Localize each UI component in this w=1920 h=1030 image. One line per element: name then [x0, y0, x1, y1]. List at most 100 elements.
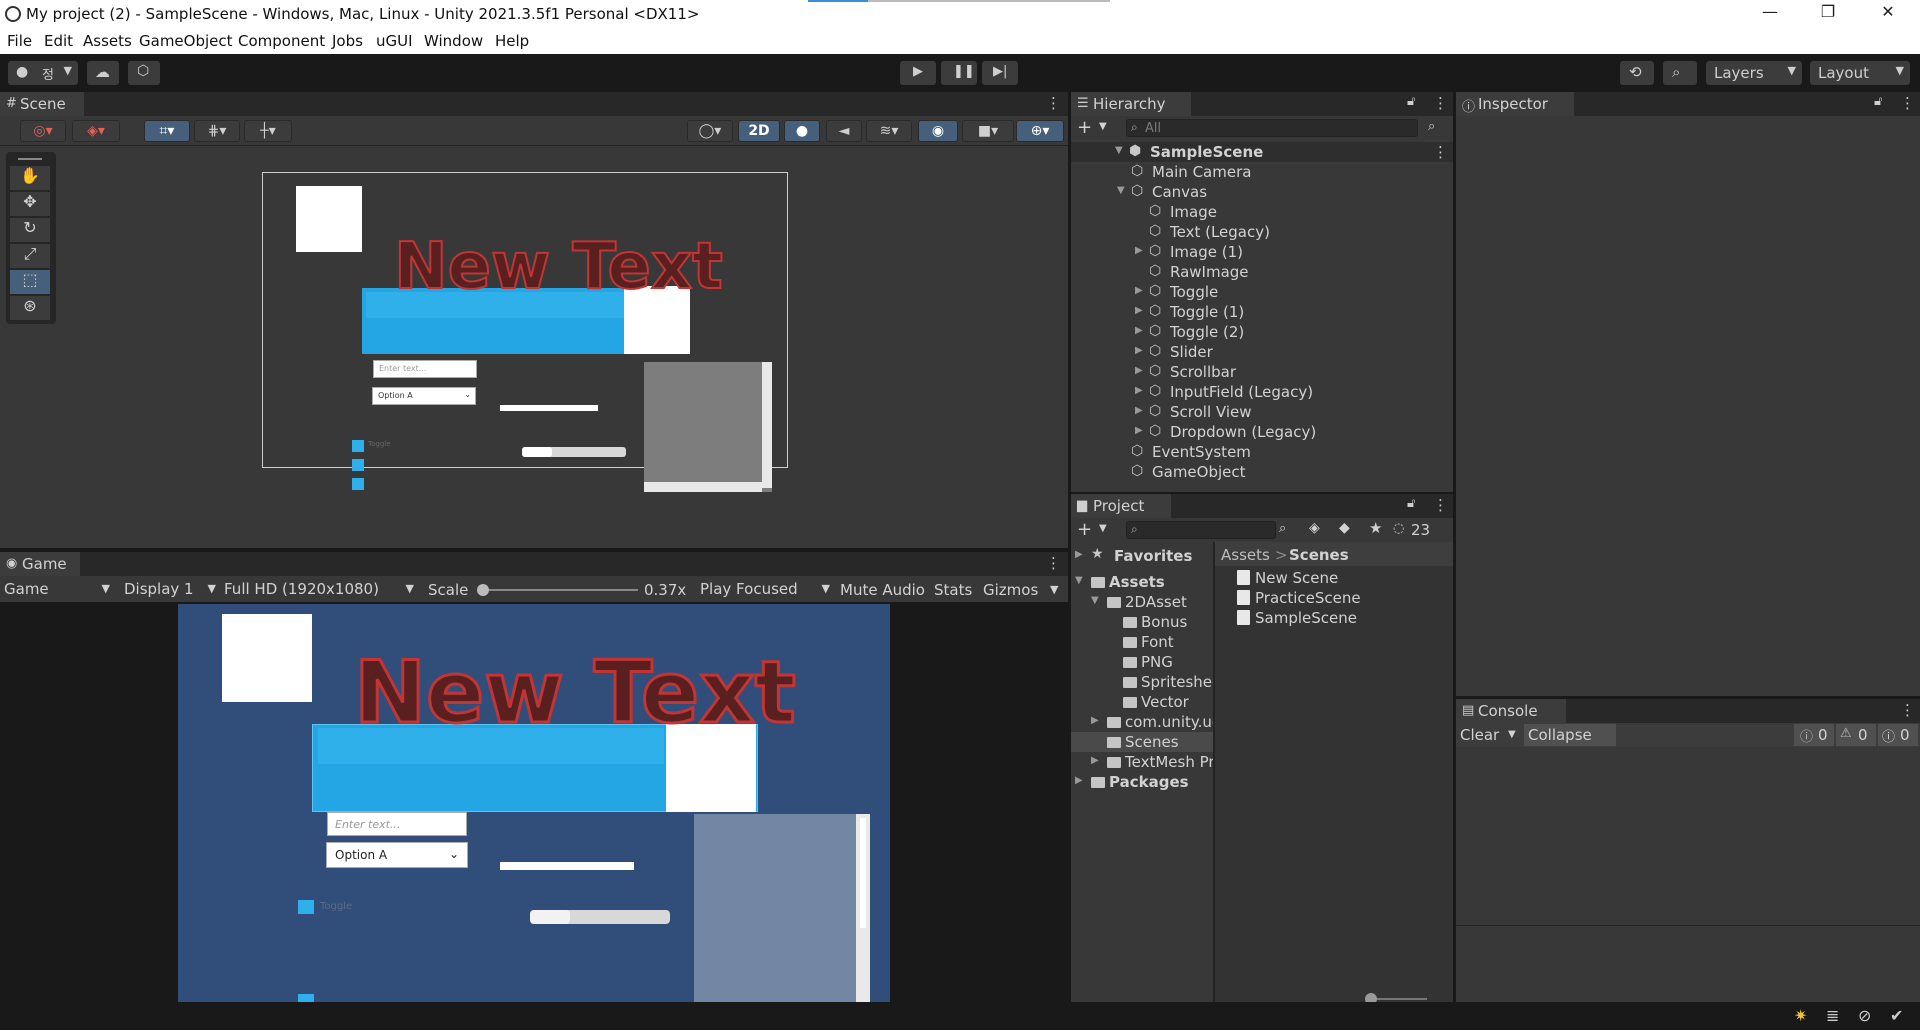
error-filter-toggle[interactable]: ⓘ 0 — [1878, 724, 1918, 746]
scene-toggle[interactable] — [352, 440, 364, 452]
display-select[interactable]: Display 1 ▼ — [124, 580, 216, 600]
warning-filter-toggle[interactable]: ⚠ 0 — [1836, 724, 1876, 746]
project-folder-item[interactable]: Bonus — [1071, 612, 1213, 632]
inspector-menu-icon[interactable]: ⋮ — [1900, 94, 1915, 112]
label-icon[interactable]: ◆ — [1339, 520, 1350, 536]
scale-slider-thumb[interactable] — [477, 584, 489, 596]
project-folder-item[interactable]: Vector — [1071, 692, 1213, 712]
drag-handle[interactable] — [18, 158, 42, 160]
account-dropdown[interactable]: ● 정 ▼ — [8, 61, 78, 85]
add-icon[interactable]: + — [1077, 117, 1092, 138]
project-folder-item[interactable]: PNG — [1071, 652, 1213, 672]
lock-icon[interactable]: 🔓︎ — [1407, 94, 1415, 109]
play-button[interactable]: ▶ — [900, 61, 936, 85]
icon-size-slider[interactable] — [1371, 998, 1427, 1000]
expand-arrow-icon[interactable]: ▶ — [1075, 549, 1083, 560]
menu-edit[interactable]: Edit — [44, 32, 73, 50]
favorites-row[interactable]: ▶ ★ Favorites — [1071, 546, 1213, 566]
expand-arrow-icon[interactable]: ▶ — [1135, 385, 1143, 396]
scene-file-item[interactable]: SampleScene — [1215, 608, 1453, 628]
move-tool[interactable]: ✥ — [10, 192, 50, 216]
pause-button[interactable]: ❚❚ — [941, 61, 977, 85]
hierarchy-item[interactable]: ▶ ⬡ Toggle (2) — [1071, 322, 1453, 342]
expand-arrow-icon[interactable]: ▶ — [1135, 325, 1143, 336]
project-folder-item[interactable]: ▶ TextMesh Pro — [1071, 752, 1213, 772]
scene-file-item[interactable]: New Scene — [1215, 568, 1453, 588]
project-folder-item[interactable]: ▼ Assets — [1071, 572, 1213, 592]
menu-assets[interactable]: Assets — [83, 32, 132, 50]
hierarchy-item[interactable]: ▶ ⬡ Toggle (1) — [1071, 302, 1453, 322]
hierarchy-search-input[interactable]: ⌕ All — [1126, 119, 1418, 137]
scene-scroll-view-vbar[interactable] — [762, 362, 772, 488]
visibility-toggle[interactable]: ◉ — [918, 120, 958, 142]
game-view-select[interactable]: Game ▼ — [4, 580, 110, 600]
hidden-packages-icon[interactable]: ◌ — [1393, 521, 1404, 536]
rect-tool[interactable]: ⬚ — [10, 270, 50, 294]
clear-button[interactable]: Clear — [1460, 726, 1499, 744]
hierarchy-item[interactable]: ⬡ Text (Legacy) — [1071, 222, 1453, 242]
search-button[interactable]: ⌕ — [1663, 61, 1697, 85]
scene-text-legacy[interactable]: New Text — [393, 234, 724, 300]
hierarchy-item[interactable]: ▶ ⬡ Dropdown (Legacy) — [1071, 422, 1453, 442]
menu-ugui[interactable]: uGUI — [376, 32, 413, 50]
scale-slider[interactable] — [482, 589, 638, 591]
menu-help[interactable]: Help — [495, 32, 529, 50]
network-off-icon[interactable]: ⊘ — [1858, 1006, 1871, 1025]
play-mode-select[interactable]: Play Focused ▼ — [700, 580, 830, 600]
stats-button[interactable]: Stats — [934, 581, 972, 599]
hierarchy-item[interactable]: ▶ ⬡ Scroll View — [1071, 402, 1453, 422]
project-folder-item[interactable]: Scenes — [1071, 732, 1213, 752]
maximize-button[interactable]: ❐ — [1808, 2, 1848, 26]
scene-menu-icon[interactable]: ⋮ — [1433, 143, 1448, 161]
tab-console[interactable]: ▤ Console — [1456, 699, 1566, 723]
lock-icon[interactable]: 🔓︎ — [1407, 496, 1415, 511]
lock-icon[interactable]: 🔓︎ — [1874, 94, 1882, 109]
project-search-input[interactable]: ⌕ — [1126, 521, 1276, 539]
expand-arrow-icon[interactable]: ▼ — [1091, 595, 1099, 606]
grid-snap-button[interactable]: ⌗▾ — [144, 120, 190, 142]
chevron-down-icon[interactable]: ▼ — [1050, 583, 1058, 596]
shading-button[interactable]: ◈▾ — [72, 120, 120, 142]
layers-dropdown[interactable]: Layers ▼ — [1706, 61, 1802, 85]
hierarchy-item[interactable]: ▶ ⬡ Scrollbar — [1071, 362, 1453, 382]
expand-arrow-icon[interactable]: ▶ — [1091, 715, 1099, 726]
chevron-down-icon[interactable]: ▼ — [1099, 523, 1107, 534]
scale-tool[interactable]: ⤢ — [10, 244, 50, 268]
breadcrumb-scenes[interactable]: Scenes — [1289, 546, 1349, 564]
mute-audio-button[interactable]: Mute Audio — [840, 581, 925, 599]
hierarchy-item[interactable]: ⬡ RawImage — [1071, 262, 1453, 282]
gizmos-button[interactable]: Gizmos — [983, 581, 1038, 599]
expand-arrow-icon[interactable]: ▶ — [1135, 245, 1143, 256]
step-button[interactable]: ▶| — [982, 61, 1018, 85]
menu-file[interactable]: File — [7, 32, 32, 50]
tab-game[interactable]: ◉ Game — [0, 552, 80, 576]
cloud-button[interactable]: ☁ — [87, 61, 119, 85]
tab-project[interactable]: ▆ Project — [1071, 494, 1171, 518]
project-folder-item[interactable]: ▶ com.unity.ugui — [1071, 712, 1213, 732]
hierarchy-item[interactable]: ▶ ⬡ Image (1) — [1071, 242, 1453, 262]
effects-button[interactable]: ≋▾ — [866, 120, 912, 142]
console-menu-icon[interactable]: ⋮ — [1900, 701, 1915, 719]
layout-dropdown[interactable]: Layout ▼ — [1810, 61, 1910, 85]
cache-server-icon[interactable]: ≣ — [1826, 1006, 1839, 1025]
hand-tool[interactable]: ✋ — [10, 166, 50, 190]
scene-scrollbar[interactable] — [500, 405, 598, 411]
menu-window[interactable]: Window — [424, 32, 483, 50]
menu-gameobject[interactable]: GameObject — [139, 32, 233, 50]
tab-hierarchy[interactable]: ☰ Hierarchy — [1071, 92, 1191, 116]
star-icon[interactable]: ★ — [1369, 519, 1382, 537]
menu-component[interactable]: Component — [238, 32, 325, 50]
expand-arrow-icon[interactable]: ▼ — [1117, 185, 1125, 196]
log-filter-toggle[interactable]: ⓘ 0 — [1794, 724, 1834, 746]
expand-arrow-icon[interactable]: ▶ — [1091, 755, 1099, 766]
hierarchy-menu-icon[interactable]: ⋮ — [1433, 94, 1448, 112]
scene-file-item[interactable]: PracticeScene — [1215, 588, 1453, 608]
hierarchy-item[interactable]: ⬡ EventSystem — [1071, 442, 1453, 462]
collab-button[interactable]: ⬡ — [128, 61, 160, 85]
expand-arrow-icon[interactable]: ▶ — [1135, 345, 1143, 356]
resolution-select[interactable]: Full HD (1920x1080) ▼ — [224, 580, 414, 600]
increment-snap-button[interactable]: ⋕▾ — [194, 120, 240, 142]
expand-arrow-icon[interactable]: ▶ — [1075, 775, 1083, 786]
orientation-button[interactable]: ◯▾ — [687, 120, 733, 142]
hierarchy-item[interactable]: ▶ ⬡ InputField (Legacy) — [1071, 382, 1453, 402]
